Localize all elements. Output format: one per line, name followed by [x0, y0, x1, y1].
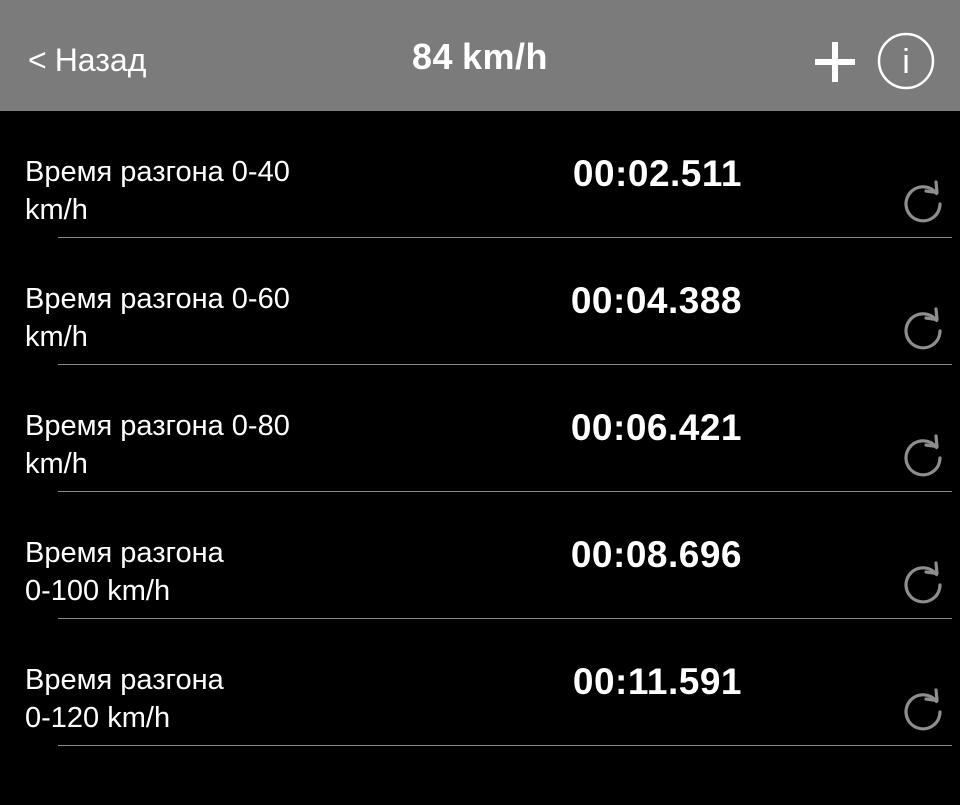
add-button[interactable] [811, 38, 859, 86]
info-icon: i [877, 32, 935, 90]
row-time: 00:04.388 [570, 280, 742, 321]
row-time: 00:02.511 [572, 153, 742, 194]
refresh-icon[interactable] [898, 179, 948, 229]
current-speed-value: 84 [411, 36, 453, 77]
list-item: Время разгона 0-120 km/h 00:11.591 [0, 619, 960, 746]
list-item: Время разгона 0-40 km/h 00:02.511 [0, 111, 960, 238]
plus-icon [815, 42, 855, 82]
list-item: Время разгона 0-80 km/h 00:06.421 [0, 365, 960, 492]
row-divider [58, 745, 952, 746]
row-label: Время разгона 0-60 km/h [25, 283, 290, 353]
list-item: Время разгона 0-100 km/h 00:08.696 [0, 492, 960, 619]
row-label: Время разгона 0-120 km/h [25, 664, 224, 734]
row-time: 00:08.696 [570, 534, 742, 575]
row-label: Время разгона 0-80 km/h [25, 410, 290, 480]
row-label: Время разгона 0-100 km/h [25, 537, 224, 607]
current-speed-unit: km/h [462, 36, 549, 77]
navigation-bar: < Назад 84 km/h i [0, 0, 960, 111]
row-label: Время разгона 0-40 km/h [25, 156, 290, 226]
refresh-icon[interactable] [898, 306, 948, 356]
row-time: 00:06.421 [570, 407, 742, 448]
refresh-icon[interactable] [898, 560, 948, 610]
row-time: 00:11.591 [572, 661, 742, 702]
info-glyph: i [902, 43, 910, 81]
refresh-icon[interactable] [898, 687, 948, 737]
list-item: Время разгона 0-60 km/h 00:04.388 [0, 238, 960, 365]
acceleration-times-list: Время разгона 0-40 km/h 00:02.511 Время … [0, 111, 960, 746]
info-button[interactable]: i [877, 32, 935, 90]
refresh-icon[interactable] [898, 433, 948, 483]
